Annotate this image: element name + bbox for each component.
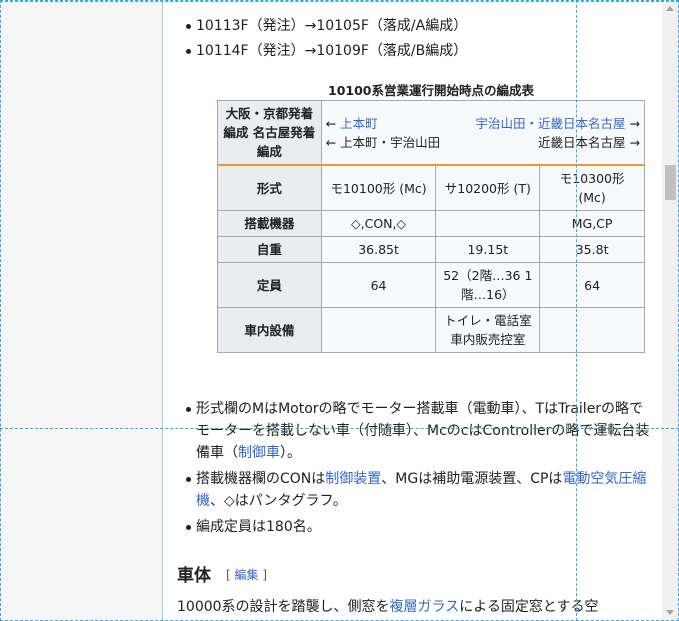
guide-line-horizontal <box>0 428 679 429</box>
guide-line-vertical <box>576 0 577 621</box>
selection-frame <box>0 0 679 621</box>
guide-line-horizontal <box>0 1 679 2</box>
